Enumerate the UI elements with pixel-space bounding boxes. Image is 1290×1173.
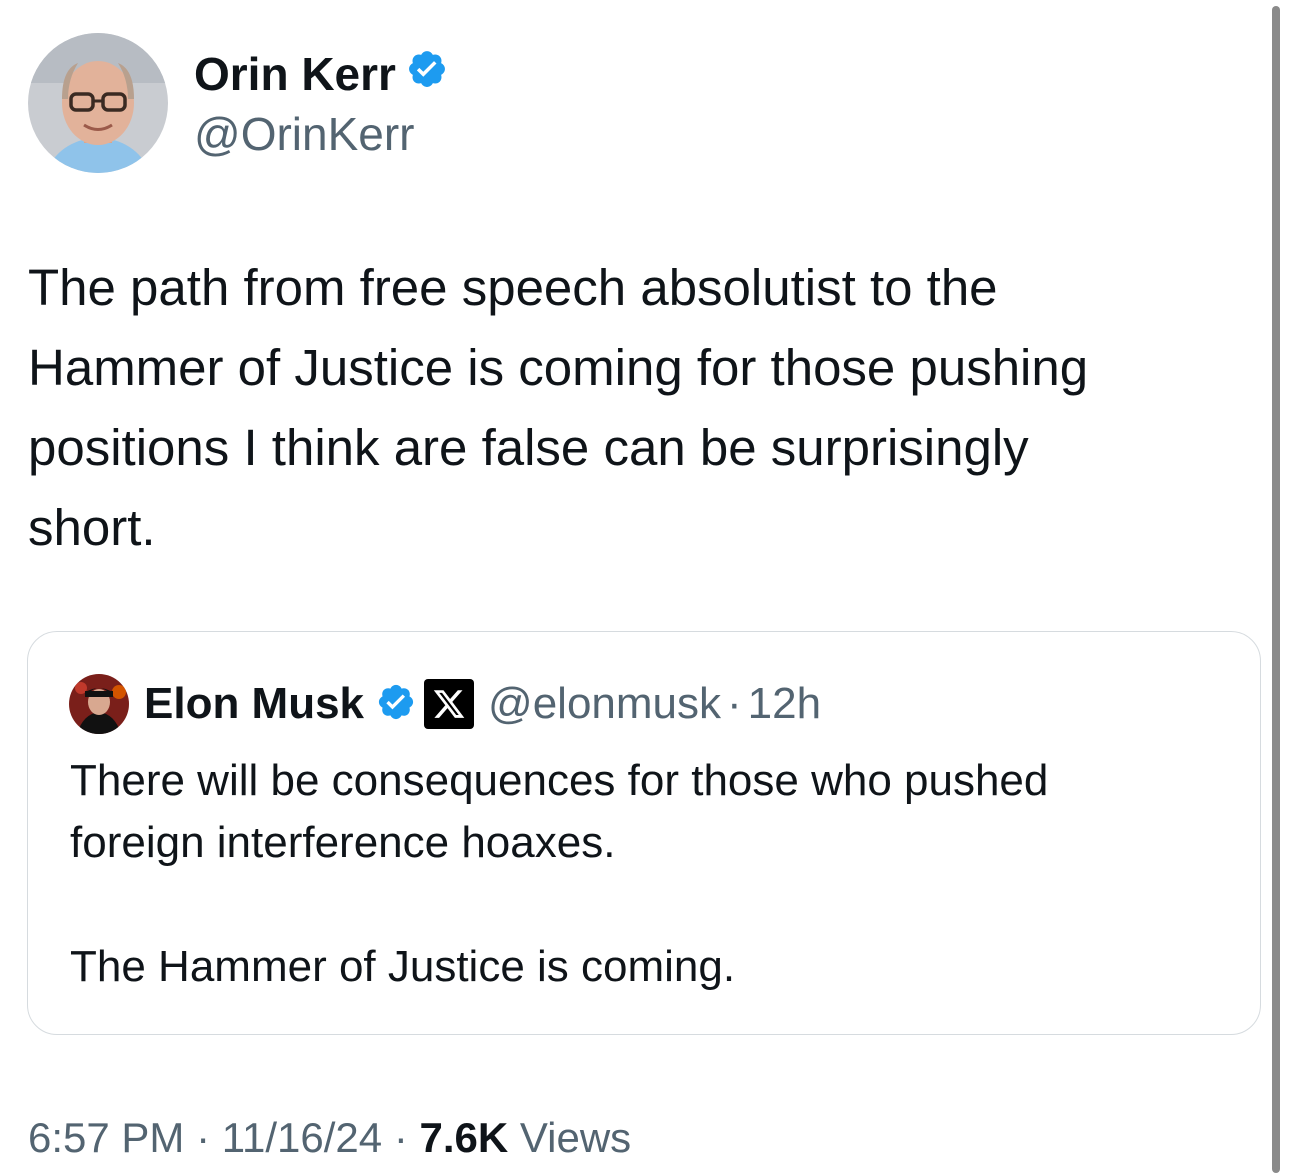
quoted-tweet-card[interactable]: Elon Musk @elonmusk · 12h There will be … [27, 631, 1261, 1035]
tweet-meta: 6:57 PM · 11/16/24 · 7.6K Views [28, 1110, 631, 1166]
verified-badge-icon[interactable] [406, 46, 448, 102]
tweet-time[interactable]: 6:57 PM [28, 1114, 184, 1161]
quoted-tweet-text: There will be consequences for those who… [70, 756, 1049, 991]
separator-dot: · [196, 1114, 211, 1161]
quoted-tweet-header: Elon Musk @elonmusk · 12h [69, 674, 821, 734]
quoted-author-handle[interactable]: @elonmusk [488, 679, 721, 729]
quoted-author-name[interactable]: Elon Musk [144, 679, 364, 729]
tweet-date[interactable]: 11/16/24 [222, 1114, 382, 1161]
author-name-row[interactable]: Orin Kerr [194, 46, 448, 102]
quoted-tweet-time[interactable]: 12h [748, 679, 821, 729]
x-logo-icon[interactable] [424, 679, 475, 729]
quoted-author-avatar[interactable] [69, 674, 129, 734]
separator-dot: · [393, 1114, 408, 1161]
author-handle[interactable]: @OrinKerr [194, 106, 415, 162]
author-name[interactable]: Orin Kerr [194, 46, 396, 102]
scrollbar[interactable] [1272, 6, 1280, 1173]
tweet-text: The path from free speech absolutist to … [28, 259, 1089, 556]
separator-dot: · [727, 679, 742, 728]
views-count[interactable]: 7.6K [419, 1114, 508, 1161]
verified-badge-icon[interactable] [376, 682, 416, 727]
views-label: Views [519, 1114, 632, 1161]
author-avatar[interactable] [28, 33, 168, 173]
